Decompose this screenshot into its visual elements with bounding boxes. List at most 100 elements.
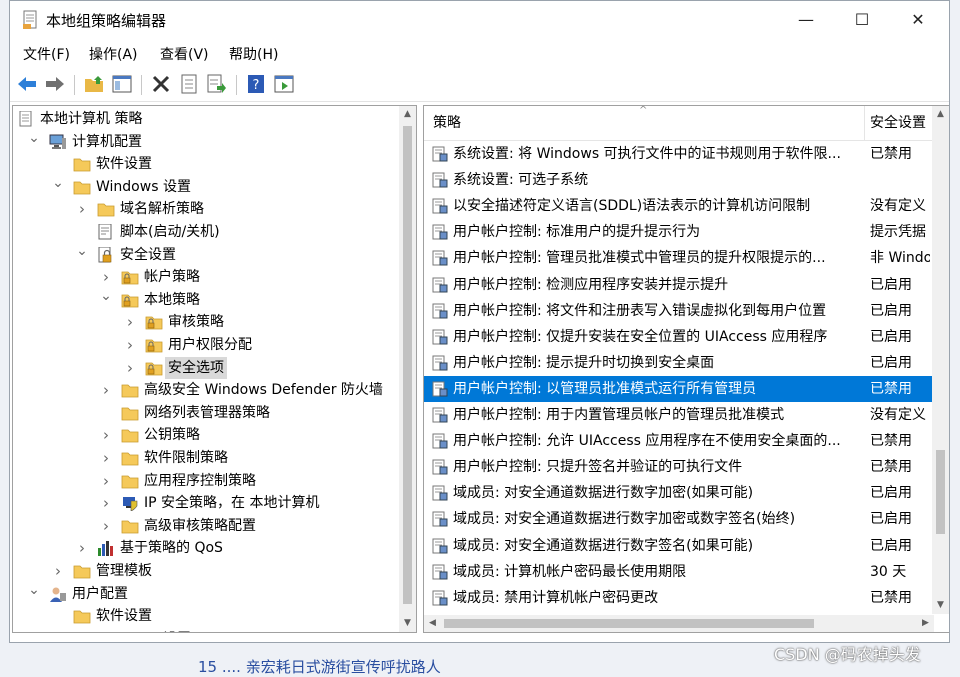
tree-item[interactable]: › 基于策略的 QoS (13, 537, 398, 559)
forward-button[interactable] (43, 72, 67, 96)
tree-item[interactable]: ⌄ 安全设置 (13, 243, 398, 266)
chevron-down-icon[interactable]: ⌄ (76, 240, 88, 262)
menu-view[interactable]: 查看(V) (160, 44, 209, 64)
policy-row[interactable]: 用户帐户控制: 用于内置管理员帐户的管理员批准模式 没有定义 (424, 402, 934, 428)
help-button[interactable]: ? (244, 72, 268, 96)
chevron-right-icon[interactable]: › (100, 515, 112, 537)
scroll-up-arrow-icon[interactable]: ▲ (932, 106, 949, 123)
chevron-right-icon[interactable]: › (124, 357, 136, 379)
tree-item[interactable]: 软件设置 (13, 605, 398, 627)
chevron-down-icon[interactable]: ⌄ (100, 285, 112, 307)
scroll-left-arrow-icon[interactable]: ◀ (424, 615, 441, 632)
tree-item[interactable]: › 用户权限分配 (13, 334, 398, 356)
chevron-right-icon[interactable]: › (124, 334, 136, 356)
tree-item[interactable]: 网络列表管理器策略 (13, 402, 398, 424)
policy-row[interactable]: 用户帐户控制: 标准用户的提升提示行为 提示凭据 (424, 219, 934, 245)
tree-item[interactable]: ⌄ 计算机配置 (13, 130, 398, 153)
chevron-right-icon[interactable]: › (76, 198, 88, 220)
policy-row[interactable]: 以安全描述符定义语言(SDDL)语法表示的计算机访问限制 没有定义 (424, 193, 934, 219)
tree-item[interactable]: ⌄ 用户配置 (13, 582, 398, 605)
show-hide-tree-button[interactable] (110, 72, 134, 96)
tree-scrollbar-thumb[interactable] (403, 126, 412, 604)
scroll-up-arrow-icon[interactable]: ▲ (399, 106, 416, 123)
chevron-down-icon[interactable]: ⌄ (52, 172, 64, 194)
tree-item[interactable]: 脚本(启动/关机) (13, 221, 398, 243)
chevron-right-icon[interactable]: › (100, 492, 112, 514)
folder-icon (121, 518, 139, 534)
tree-item[interactable]: ⌄ Windows 设置 (13, 175, 398, 198)
policy-row[interactable]: 用户帐户控制: 提示提升时切换到安全桌面 已启用 (424, 350, 934, 376)
properties-button[interactable] (177, 72, 201, 96)
menu-help[interactable]: 帮助(H) (229, 44, 278, 64)
chevron-right-icon[interactable]: › (52, 560, 64, 582)
policy-row[interactable]: 用户帐户控制: 检测应用程序安装并提示提升 已启用 (424, 272, 934, 298)
column-header-policy[interactable]: 策略 ^ (424, 106, 865, 141)
tree-item[interactable]: › 应用程序控制策略 (13, 470, 398, 492)
scroll-down-arrow-icon[interactable]: ▼ (399, 615, 416, 632)
chevron-right-icon[interactable]: › (100, 424, 112, 446)
tree-item[interactable]: › 软件限制策略 (13, 447, 398, 469)
chevron-right-icon[interactable]: › (100, 470, 112, 492)
tree-scrollbar[interactable]: ▲ ▼ (399, 106, 416, 632)
title-bar[interactable]: 本地组策略编辑器 — ☐ ✕ (10, 1, 949, 39)
list-scrollbar-thumb[interactable] (936, 450, 945, 534)
chevron-right-icon[interactable]: › (124, 311, 136, 333)
tree-item-label: 软件设置 (96, 156, 152, 173)
export-list-button[interactable] (205, 72, 229, 96)
policy-row[interactable]: 系统设置: 可选子系统 (424, 167, 934, 193)
maximize-button[interactable]: ☐ (834, 1, 890, 39)
policy-row[interactable]: 域成员: 禁用计算机帐户密码更改 已禁用 (424, 585, 934, 611)
list-horizontal-thumb[interactable] (444, 619, 814, 628)
minimize-button[interactable]: — (778, 1, 834, 39)
tree-item[interactable]: Windows 设置 (13, 628, 398, 632)
policy-row[interactable]: 域成员: 对安全通道数据进行数字签名(如果可能) 已启用 (424, 533, 934, 559)
chevron-right-icon[interactable]: › (100, 379, 112, 401)
policy-row[interactable]: 用户帐户控制: 只提升签名并验证的可执行文件 已禁用 (424, 454, 934, 480)
tree-item[interactable]: › IP 安全策略，在 本地计算机 (13, 492, 398, 514)
list-horizontal-scrollbar[interactable]: ◀ ▶ (424, 615, 934, 632)
policy-row[interactable]: 用户帐户控制: 将文件和注册表写入错误虚拟化到每用户位置 已启用 (424, 298, 934, 324)
policy-row[interactable]: 域成员: 对安全通道数据进行数字加密(如果可能) 已启用 (424, 480, 934, 506)
column-header-setting[interactable]: 安全设置 (865, 106, 935, 141)
menu-file[interactable]: 文件(F) (23, 44, 70, 64)
tree-item[interactable]: ⌄ 本地策略 (13, 288, 398, 311)
tree-item-label: 计算机配置 (72, 133, 142, 150)
security-folder-icon (145, 360, 163, 376)
policy-setting-value: 已启用 (870, 302, 912, 319)
chevron-right-icon[interactable]: › (76, 537, 88, 559)
policy-row[interactable]: 系统设置: 将 Windows 可执行文件中的证书规则用于软件限... 已禁用 (424, 141, 934, 167)
scroll-down-arrow-icon[interactable]: ▼ (932, 597, 949, 614)
tree-item[interactable]: › 高级安全 Windows Defender 防火墙 (13, 379, 398, 401)
tree-pane[interactable]: 本地计算机 策略 ⌄ 计算机配置 软件设置 ⌄ Windows 设置 › 域名解析策略 脚本(启… (12, 105, 417, 633)
close-button[interactable]: ✕ (890, 1, 946, 39)
tree-item[interactable]: 本地计算机 策略 (13, 108, 398, 130)
policy-row[interactable]: 用户帐户控制: 管理员批准模式中管理员的提升权限提示的... 非 Windows (424, 245, 934, 271)
tree-item[interactable]: › 公钥策略 (13, 424, 398, 446)
delete-button[interactable] (149, 72, 173, 96)
tree-item[interactable]: › 高级审核策略配置 (13, 515, 398, 537)
tree-item[interactable]: › 域名解析策略 (13, 198, 398, 220)
up-one-level-button[interactable] (82, 72, 106, 96)
back-button[interactable] (15, 72, 39, 96)
tree-item[interactable]: › 审核策略 (13, 311, 398, 333)
tree-item[interactable]: › 安全选项 (13, 356, 398, 379)
policy-row[interactable]: 域成员: 计算机帐户密码最长使用期限 30 天 (424, 559, 934, 585)
policy-setting-value: 已启用 (870, 511, 912, 528)
policy-name: 系统设置: 将 Windows 可执行文件中的证书规则用于软件限... (453, 146, 841, 162)
chevron-right-icon[interactable]: › (100, 447, 112, 469)
menu-action[interactable]: 操作(A) (89, 44, 138, 64)
policy-row[interactable]: 用户帐户控制: 允许 UIAccess 应用程序在不使用安全桌面的... 已禁用 (424, 428, 934, 454)
policy-row[interactable]: 域成员: 对安全通道数据进行数字加密或数字签名(始终) 已启用 (424, 506, 934, 532)
policy-list-pane[interactable]: 策略 ^ 安全设置 系统设置: 将 Windows 可执行文件中的证书规则用于软… (423, 105, 949, 633)
chevron-down-icon[interactable]: ⌄ (28, 127, 40, 149)
policy-row[interactable]: 用户帐户控制: 以管理员批准模式运行所有管理员 已禁用 (424, 375, 934, 402)
scroll-right-arrow-icon[interactable]: ▶ (917, 615, 934, 632)
tree-item[interactable]: 软件设置 (13, 153, 398, 175)
tree-item[interactable]: › 管理模板 (13, 560, 398, 582)
policy-row[interactable]: 用户帐户控制: 仅提升安装在安全位置的 UIAccess 应用程序 已启用 (424, 324, 934, 350)
tree-item[interactable]: › 帐户策略 (13, 266, 398, 288)
policy-name: 用户帐户控制: 标准用户的提升提示行为 (453, 224, 701, 241)
chevron-down-icon[interactable]: ⌄ (28, 579, 40, 601)
list-scrollbar[interactable]: ▲ ▼ (932, 106, 949, 614)
filter-view-button[interactable] (272, 72, 296, 96)
